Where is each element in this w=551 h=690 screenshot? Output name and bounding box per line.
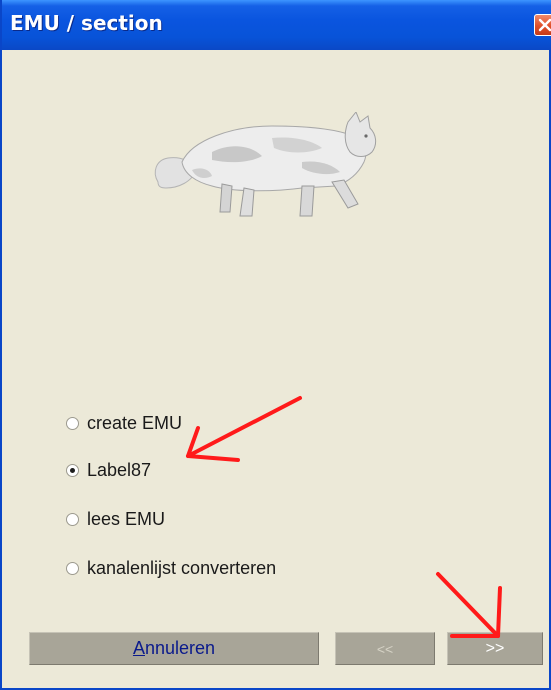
cancel-label: nnuleren <box>144 638 216 658</box>
option-label: kanalenlijst converteren <box>87 557 277 578</box>
radio-create-emu[interactable] <box>66 416 79 430</box>
dialog-window: EMU / section create EMU Label87 lees EM… <box>0 0 551 690</box>
option-lees-emu[interactable]: lees EMU <box>66 506 165 532</box>
annotation-arrow-label87 <box>186 396 302 462</box>
option-kanalenlijst-converteren[interactable]: kanalenlijst converteren <box>66 555 276 581</box>
close-button[interactable] <box>534 14 551 36</box>
option-label87[interactable]: Label87 <box>66 457 151 483</box>
back-button[interactable]: << <box>335 632 435 665</box>
cat-image <box>154 112 377 217</box>
option-label: Label87 <box>87 459 152 480</box>
radio-lees-emu[interactable] <box>66 512 79 526</box>
radio-label87[interactable] <box>66 463 79 477</box>
annotation-arrows <box>186 396 502 638</box>
back-label: << <box>376 640 394 657</box>
option-label: create EMU <box>87 412 183 433</box>
annotation-arrow-next <box>436 572 502 638</box>
title-bar[interactable]: EMU / section <box>2 0 551 50</box>
option-label: lees EMU <box>87 508 166 529</box>
radio-kanalenlijst-converteren[interactable] <box>66 561 79 575</box>
window-title: EMU / section <box>10 11 163 35</box>
close-icon <box>538 18 551 32</box>
next-button[interactable]: >> <box>447 632 543 665</box>
option-create-emu[interactable]: create EMU <box>66 410 182 436</box>
next-label: >> <box>485 639 505 657</box>
cancel-mnemonic: A <box>132 638 145 658</box>
cancel-button[interactable]: Annuleren <box>29 632 319 665</box>
